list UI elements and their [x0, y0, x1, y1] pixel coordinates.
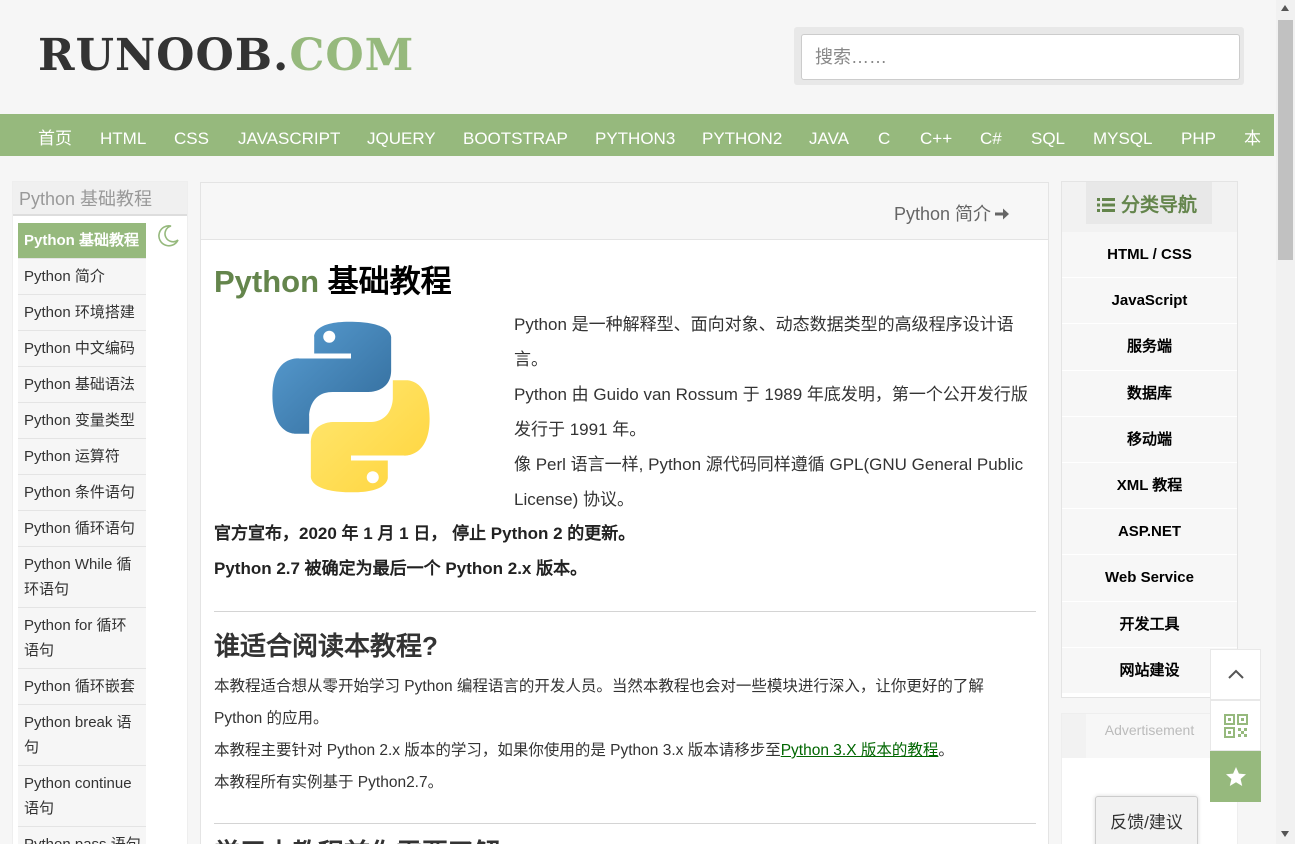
nav-item-mysql[interactable]: MYSQL: [1093, 114, 1153, 156]
category-item-web-service[interactable]: Web Service: [1062, 555, 1237, 602]
moon-icon[interactable]: [156, 224, 180, 248]
section-heading-prerequisites: 学习本教程前你需要了解: [214, 833, 500, 844]
list-icon: [1097, 198, 1115, 212]
sidebar-item-intro[interactable]: Python 简介: [18, 259, 146, 295]
audience-text: 本教程适合想从零开始学习 Python 编程语言的开发人员。当然本教程也会对一些…: [214, 671, 1036, 799]
divider: [214, 611, 1036, 612]
audience-paragraph: 本教程所有实例基于 Python2.7。: [214, 774, 444, 791]
sidebar-item-basic-syntax[interactable]: Python 基础语法: [18, 367, 146, 403]
intro-paragraph: 像 Perl 语言一样, Python 源代码同样遵循 GPL(GNU Gene…: [514, 455, 1024, 509]
python-logo-icon: [272, 321, 430, 493]
sidebar-item-while-loop[interactable]: Python While 循环语句: [18, 547, 146, 608]
intro-paragraph: Python 是一种解释型、面向对象、动态数据类型的高级程序设计语言。: [514, 315, 1014, 369]
page-scrollbar[interactable]: [1276, 0, 1295, 844]
nav-item-sql[interactable]: SQL: [1031, 114, 1065, 156]
sidebar-item-conditionals[interactable]: Python 条件语句: [18, 475, 146, 511]
favorite-button[interactable]: [1210, 751, 1261, 802]
nav-item-jquery[interactable]: JQUERY: [367, 114, 436, 156]
star-icon: [1226, 767, 1246, 786]
header: RUNOOB.COM: [0, 0, 1276, 114]
nav-item-cpp[interactable]: C++: [920, 114, 952, 156]
category-nav-title: 分类导航: [1097, 190, 1197, 217]
sidebar-item-for-loop[interactable]: Python for 循环语句: [18, 608, 146, 669]
page-title: Python 基础教程: [214, 264, 452, 299]
category-nav-header: 分类导航: [1062, 182, 1237, 232]
sidebar-list: Python 基础教程 Python 简介 Python 环境搭建 Python…: [18, 223, 146, 844]
category-item-html-css[interactable]: HTML / CSS: [1062, 232, 1237, 279]
section-heading-audience: 谁适合阅读本教程?: [214, 631, 438, 661]
notice-line: Python 2.7 被确定为最后一个 Python 2.x 版本。: [214, 559, 588, 578]
category-item-xml[interactable]: XML 教程: [1062, 462, 1237, 510]
sidebar-item-continue[interactable]: Python continue 语句: [18, 766, 146, 827]
back-to-top-button[interactable]: [1210, 649, 1261, 700]
article-nav: Python 简介: [201, 183, 1048, 240]
nav-item-html[interactable]: HTML: [100, 114, 146, 156]
audience-paragraph: 本教程主要针对 Python 2.x 版本的学习，如果你使用的是 Python …: [214, 742, 954, 759]
intro-text: Python 是一种解释型、面向对象、动态数据类型的高级程序设计语言。 Pyth…: [514, 307, 1034, 517]
category-list: HTML / CSS JavaScript 服务端 数据库 移动端 XML 教程…: [1062, 232, 1237, 694]
sidebar-item-nested-loops[interactable]: Python 循环嵌套: [18, 669, 146, 705]
category-item-javascript[interactable]: JavaScript: [1062, 278, 1237, 325]
sidebar-item-env-setup[interactable]: Python 环境搭建: [18, 295, 146, 331]
category-nav: 分类导航 HTML / CSS JavaScript 服务端 数据库 移动端 X…: [1061, 181, 1238, 698]
official-notice: 官方宣布，2020 年 1 月 1 日， 停止 Python 2 的更新。 Py…: [214, 516, 635, 586]
feedback-button[interactable]: 反馈/建议: [1095, 796, 1198, 844]
nav-item-css[interactable]: CSS: [174, 114, 209, 156]
sidebar-item-chinese-encoding[interactable]: Python 中文编码: [18, 331, 146, 367]
nav-item-java[interactable]: JAVA: [809, 114, 849, 156]
nav-item-csharp[interactable]: C#: [980, 114, 1002, 156]
sidebar-item-pass[interactable]: Python pass 语句: [18, 827, 146, 844]
audience-paragraph: 本教程适合想从零开始学习 Python 编程语言的开发人员。当然本教程也会对一些…: [214, 678, 984, 727]
sidebar-item-python-basics[interactable]: Python 基础教程: [18, 223, 146, 259]
search-box: [794, 27, 1244, 85]
sidebar-item-break[interactable]: Python break 语句: [18, 705, 146, 766]
nav-item-php[interactable]: PHP: [1181, 114, 1216, 156]
category-item-server[interactable]: 服务端: [1062, 324, 1237, 371]
nav-item-bootstrap[interactable]: BOOTSTRAP: [463, 114, 568, 156]
left-sidebar: Python 基础教程 Python 基础教程 Python 简介 Python…: [12, 181, 188, 844]
nav-item-home[interactable]: 首页: [38, 114, 72, 156]
scrollbar-thumb[interactable]: [1278, 20, 1293, 260]
qrcode-icon: [1224, 714, 1248, 738]
scroll-down-arrow-icon[interactable]: [1281, 831, 1289, 837]
arrow-right-icon: [995, 208, 1009, 220]
sidebar-title: Python 基础教程: [13, 182, 187, 216]
category-item-dev-tools[interactable]: 开发工具: [1062, 601, 1237, 648]
sidebar-item-loops[interactable]: Python 循环语句: [18, 511, 146, 547]
qrcode-button[interactable]: [1210, 700, 1261, 751]
divider: [214, 823, 1036, 824]
intro-paragraph: Python 由 Guido van Rossum 于 1989 年底发明，第一…: [514, 385, 1028, 439]
sidebar-item-operators[interactable]: Python 运算符: [18, 439, 146, 475]
notice-line: 官方宣布，2020 年 1 月 1 日， 停止 Python 2 的更新。: [214, 524, 636, 543]
nav-item-python3[interactable]: PYTHON3: [595, 114, 675, 156]
nav-item-javascript[interactable]: JAVASCRIPT: [238, 114, 340, 156]
category-item-aspnet[interactable]: ASP.NET: [1062, 509, 1237, 556]
nav-item-c[interactable]: C: [878, 114, 890, 156]
scroll-up-arrow-icon[interactable]: [1281, 5, 1289, 11]
search-input[interactable]: [801, 34, 1240, 80]
category-item-database[interactable]: 数据库: [1062, 370, 1237, 417]
site-logo[interactable]: RUNOOB.COM: [38, 34, 414, 78]
chevron-up-icon: [1228, 669, 1244, 679]
top-nav: 首页 HTML CSS JAVASCRIPT JQUERY BOOTSTRAP …: [0, 114, 1274, 156]
next-article-link[interactable]: Python 简介: [894, 200, 1010, 226]
nav-item-more[interactable]: 本: [1244, 114, 1261, 156]
category-item-mobile[interactable]: 移动端: [1062, 416, 1237, 463]
main-content: Python 简介 Python 基础教程 Python 是一种解释型、面向对象…: [200, 182, 1049, 844]
nav-item-python2[interactable]: PYTHON2: [702, 114, 782, 156]
python3-tutorial-link[interactable]: Python 3.X 版本的教程: [781, 742, 939, 759]
sidebar-item-variable-types[interactable]: Python 变量类型: [18, 403, 146, 439]
